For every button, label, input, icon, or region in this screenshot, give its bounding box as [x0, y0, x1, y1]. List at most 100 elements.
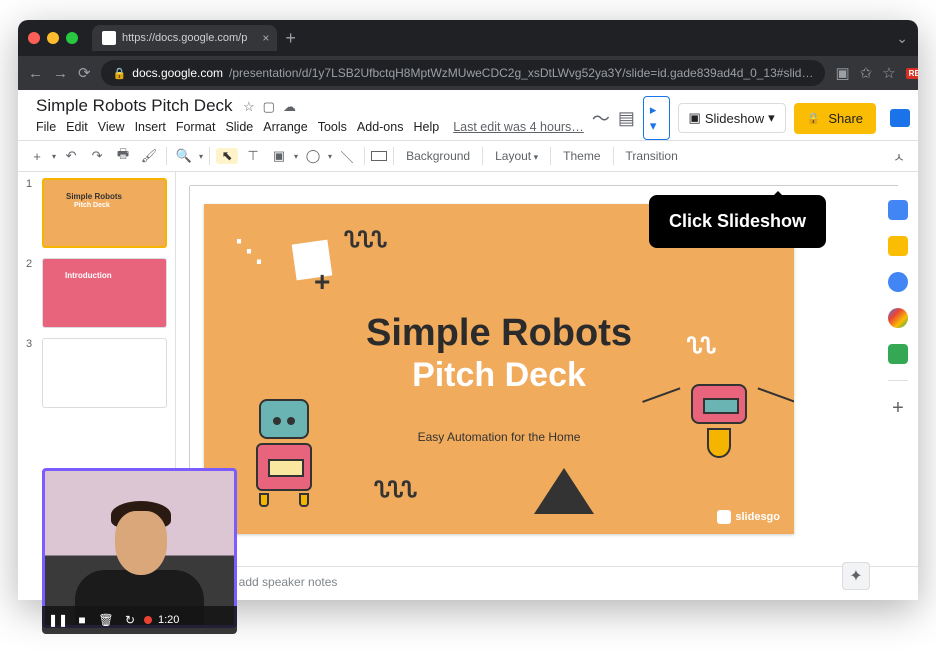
theme-button[interactable]: Theme	[557, 149, 606, 163]
transition-button[interactable]: Transition	[620, 149, 684, 163]
filmstrip-item[interactable]: 1 Simple Robots Pitch Deck	[26, 178, 167, 248]
new-tab-button[interactable]: +	[285, 28, 296, 49]
slide-number: 3	[26, 338, 36, 408]
meet-camera-icon[interactable]	[890, 109, 910, 127]
filmstrip-item[interactable]: 3	[26, 338, 167, 408]
thumbnail-slide-1[interactable]: Simple Robots Pitch Deck	[42, 178, 167, 248]
menu-tools[interactable]: Tools	[318, 120, 347, 134]
bookmark-icon[interactable]: ✩	[860, 64, 873, 82]
zoom-button[interactable]: 🔍	[173, 148, 195, 164]
move-doc-icon[interactable]: ▢	[263, 99, 275, 115]
calendar-icon[interactable]	[888, 200, 908, 220]
loom-pause-button[interactable]: ❚❚	[48, 610, 68, 630]
menu-format[interactable]: Format	[176, 120, 216, 134]
menu-arrange[interactable]: Arrange	[263, 120, 307, 134]
close-window-icon[interactable]	[28, 32, 40, 44]
layout-button[interactable]: Layout	[489, 149, 544, 163]
menu-view[interactable]: View	[98, 120, 125, 134]
loom-timer: 1:20	[158, 614, 179, 626]
browser-toolbar: ← → ⟳ 🔒 docs.google.com/presentation/d/1…	[18, 56, 918, 90]
url-host: docs.google.com	[132, 66, 223, 80]
tab-overflow-icon[interactable]: ⌄	[896, 30, 908, 47]
attribution-badge: slidesgo	[717, 510, 780, 524]
decor-zigzag: ᔐᔐᔐ	[374, 478, 415, 504]
shape-tool[interactable]: ◯	[302, 148, 324, 164]
add-addon-icon[interactable]: +	[892, 397, 904, 420]
print-button[interactable]: 🖶	[112, 145, 134, 167]
maximize-window-icon[interactable]	[66, 32, 78, 44]
star-doc-icon[interactable]: ☆	[243, 99, 255, 115]
loom-restart-button[interactable]: ↻	[120, 610, 140, 630]
favicon-icon	[102, 31, 116, 45]
close-tab-icon[interactable]: ×	[262, 31, 269, 45]
filmstrip-item[interactable]: 2 Introduction	[26, 258, 167, 328]
background-button[interactable]: Background	[400, 149, 476, 163]
tooltip-callout: Click Slideshow	[649, 195, 826, 248]
decor-dots: ⋱	[234, 234, 264, 269]
slideshow-button[interactable]: ▣ Slideshow ▾	[678, 103, 786, 133]
loom-delete-button[interactable]: 🗑	[96, 610, 116, 630]
slide-title-line1: Simple Robots	[204, 312, 794, 355]
loom-camera-overlay[interactable]	[42, 468, 237, 628]
new-slide-button[interactable]: +	[26, 149, 48, 164]
cast-icon[interactable]: ▣	[835, 64, 849, 82]
back-icon[interactable]: ←	[28, 65, 43, 82]
decor-zigzag: ᔐᔐᔐ	[344, 228, 385, 254]
recording-indicator-icon	[144, 616, 152, 624]
explore-button[interactable]: ✦	[842, 562, 870, 590]
menu-file[interactable]: File	[36, 120, 56, 134]
comments-icon[interactable]: ▤	[618, 108, 635, 129]
reload-icon[interactable]: ⟳	[78, 64, 91, 82]
menu-addons[interactable]: Add-ons	[357, 120, 404, 134]
keep-icon[interactable]	[888, 236, 908, 256]
redo-button[interactable]: ↷	[86, 148, 108, 164]
contacts-icon[interactable]	[888, 308, 908, 328]
star-icon[interactable]: ☆	[882, 64, 895, 82]
callout-text: Click Slideshow	[669, 211, 806, 231]
slide-number: 2	[26, 258, 36, 328]
address-bar[interactable]: 🔒 docs.google.com/presentation/d/1y7LSB2…	[101, 60, 826, 86]
document-title[interactable]: Simple Robots Pitch Deck	[36, 96, 233, 116]
rec-badge-icon[interactable]: REC	[906, 68, 918, 79]
slide-number: 1	[26, 178, 36, 248]
slide-canvas[interactable]: ᔐᔐᔐ + ⋱ ᔐᔐ ᔐᔐᔐ Simple Robots Pitch Deck …	[204, 204, 794, 534]
image-tool[interactable]: ▣	[268, 148, 290, 164]
last-edit-link[interactable]: Last edit was 4 hours…	[453, 120, 584, 134]
present-dropdown-button[interactable]: ▸ ▾	[643, 96, 670, 140]
url-path: /presentation/d/1y7LSB2UfbctqH8MptWzMUwe…	[229, 66, 813, 80]
thumbnail-slide-3[interactable]	[42, 338, 167, 408]
comment-tool[interactable]	[371, 151, 387, 161]
menu-insert[interactable]: Insert	[135, 120, 166, 134]
tasks-icon[interactable]	[888, 272, 908, 292]
window-controls[interactable]	[28, 32, 78, 44]
app-header: Simple Robots Pitch Deck ☆ ▢ ☁ File Edit…	[18, 90, 918, 140]
line-tool[interactable]: ＼	[336, 147, 358, 166]
menu-slide[interactable]: Slide	[225, 120, 253, 134]
horizontal-ruler	[190, 172, 898, 186]
undo-button[interactable]: ↶	[60, 148, 82, 164]
menu-help[interactable]: Help	[413, 120, 439, 134]
decor-triangle	[534, 468, 594, 514]
speaker-notes[interactable]: Click to add speaker notes	[176, 566, 918, 600]
collapse-menu-icon[interactable]: ㅅ	[888, 147, 910, 166]
lock-icon: 🔒	[113, 67, 127, 80]
robot-left-illustration	[244, 399, 324, 509]
cloud-status-icon[interactable]: ☁	[283, 99, 296, 115]
select-tool[interactable]: ⬉	[216, 148, 238, 164]
paint-format-button[interactable]: 🖌	[138, 148, 160, 164]
tab-title: https://docs.google.com/p	[122, 32, 247, 44]
maps-icon[interactable]	[888, 344, 908, 364]
loom-controls: ❚❚ ■ 🗑 ↻ 1:20	[42, 606, 237, 634]
share-button[interactable]: Share	[794, 103, 876, 134]
toolbar: +▾ ↶ ↷ 🖶 🖌 🔍▾ ⬉ ⊤ ▣▾ ◯▾ ＼ Background Lay…	[18, 140, 918, 172]
minimize-window-icon[interactable]	[47, 32, 59, 44]
menu-edit[interactable]: Edit	[66, 120, 88, 134]
menu-bar: File Edit View Insert Format Slide Arran…	[36, 120, 584, 134]
thumbnail-slide-2[interactable]: Introduction	[42, 258, 167, 328]
browser-tab-strip: https://docs.google.com/p × + ⌄	[18, 20, 918, 56]
textbox-tool[interactable]: ⊤	[242, 148, 264, 164]
forward-icon[interactable]: →	[53, 65, 68, 82]
loom-stop-button[interactable]: ■	[72, 610, 92, 630]
explore-trend-icon[interactable]: 〜	[592, 105, 610, 131]
browser-tab[interactable]: https://docs.google.com/p ×	[92, 25, 277, 51]
